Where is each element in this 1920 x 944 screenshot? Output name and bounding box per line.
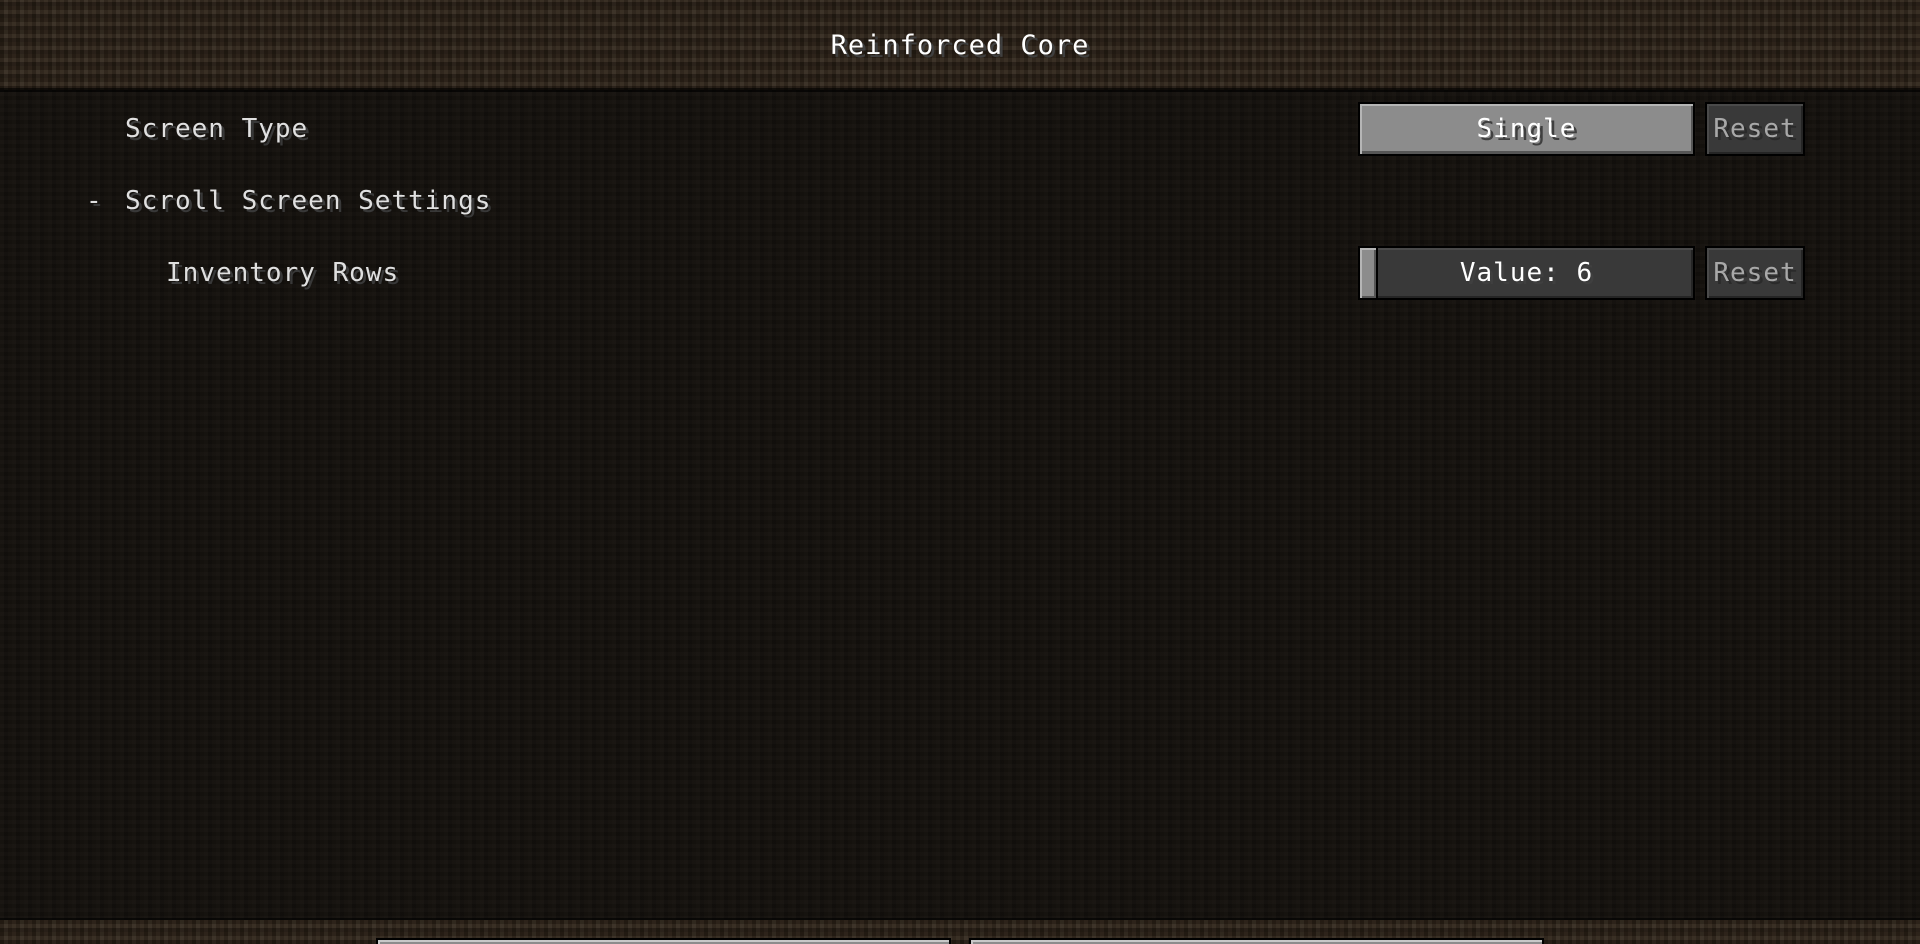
slider-handle[interactable] [1360, 248, 1378, 298]
option-label-screen-type: Screen Type [125, 114, 309, 144]
collapse-minus-icon[interactable]: - [86, 186, 102, 216]
screen-title: Reinforced Core [830, 30, 1090, 61]
option-row-inventory-rows: Inventory Rows Value: 6 Reset [0, 246, 1920, 304]
screen-type-cycle-button[interactable]: Single [1358, 102, 1695, 156]
option-label-inventory-rows: Inventory Rows [166, 258, 400, 288]
option-row-screen-type: Screen Type Single Reset [0, 102, 1920, 160]
screen-footer [0, 920, 1920, 944]
section-label-scroll-screen-settings: Scroll Screen Settings [125, 186, 492, 216]
config-screen: Reinforced Core Screen Type Single Reset… [0, 0, 1920, 944]
screen-type-reset-button[interactable]: Reset [1705, 102, 1805, 156]
inventory-rows-slider[interactable]: Value: 6 [1358, 246, 1695, 300]
footer-button-right[interactable] [969, 938, 1544, 944]
option-section-scroll-screen-settings[interactable]: - Scroll Screen Settings [0, 174, 1920, 232]
options-list[interactable]: Screen Type Single Reset - Scroll Screen… [0, 90, 1920, 920]
list-top-shadow [0, 88, 1920, 92]
screen-header: Reinforced Core [0, 0, 1920, 90]
inventory-rows-reset-button[interactable]: Reset [1705, 246, 1805, 300]
inventory-rows-value: Value: 6 [1459, 258, 1594, 288]
footer-button-left[interactable] [376, 938, 951, 944]
